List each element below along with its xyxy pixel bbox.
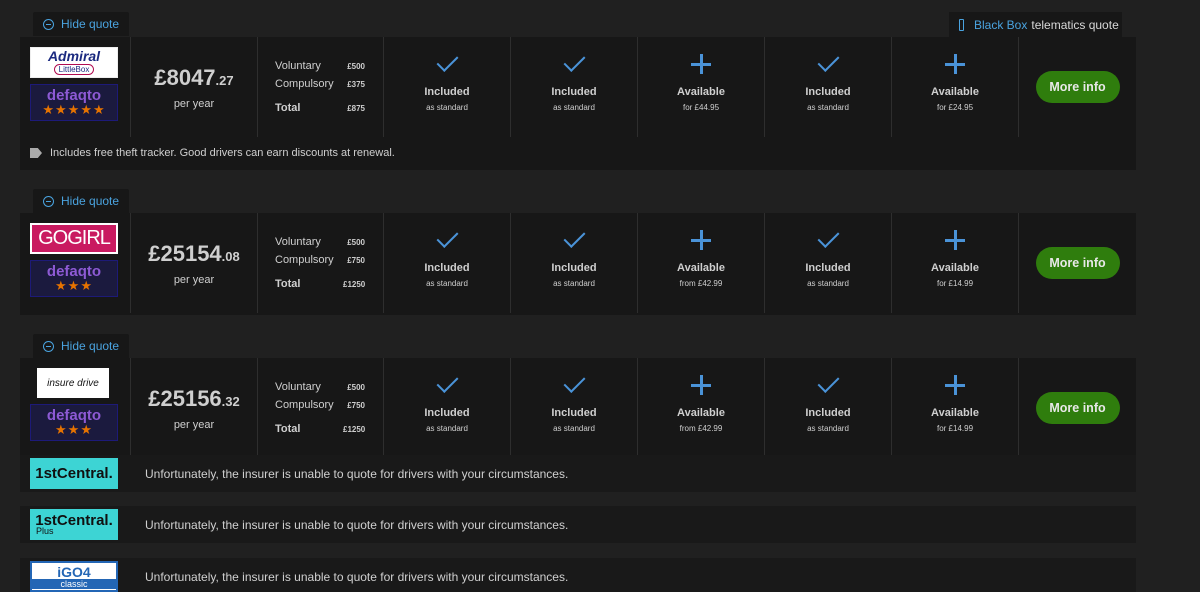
defaqto-rating: defaqto ★★★ (30, 260, 118, 297)
hide-quote-toggle[interactable]: Hide quote (33, 189, 130, 213)
feature-cell: Included as standard (765, 37, 892, 137)
defaqto-rating: defaqto ★★★★★ (30, 84, 118, 121)
quote-row: GOGIRL defaqto ★★★ £25154.08 per year Vo… (20, 213, 1136, 313)
action-cell: More info (1019, 358, 1136, 458)
insurer-logo-cell: Admiral LittleBox defaqto ★★★★★ (20, 37, 131, 137)
feature-cell: Available from £42.99 (638, 358, 765, 458)
declined-insurer-row: 1stCentral. Unfortunately, the insurer i… (20, 455, 1136, 492)
price-pence: .27 (215, 72, 234, 88)
plus-icon (691, 230, 711, 250)
check-icon (436, 226, 458, 248)
price-pounds: £25154 (148, 240, 222, 266)
insurer-logo-cell: GOGIRL defaqto ★★★ (20, 213, 131, 313)
check-icon (436, 371, 458, 393)
black-box-link[interactable]: Black Box (974, 18, 1027, 32)
minus-circle-icon (43, 340, 54, 352)
quote-note-text: Includes free theft tracker. Good driver… (50, 147, 395, 159)
price-pounds: £8047 (154, 64, 216, 90)
hide-quote-toggle[interactable]: Hide quote (33, 334, 130, 358)
defaqto-rating: defaqto ★★★ (30, 404, 118, 441)
black-box-label: telematics quote (1031, 18, 1119, 32)
insurer-logo: Admiral LittleBox (30, 47, 118, 78)
hide-quote-label: Hide quote (61, 194, 120, 208)
feature-cell: Included as standard (384, 358, 511, 458)
quote-note: Includes free theft tracker. Good driver… (30, 147, 395, 159)
feature-cell: Included as standard (511, 37, 638, 137)
declined-insurer-row: 1stCentral. Plus Unfortunately, the insu… (20, 506, 1136, 543)
feature-cell: Included as standard (765, 213, 892, 313)
price-cell: £8047.27 per year (131, 37, 258, 137)
plus-icon (691, 375, 711, 395)
check-icon (563, 371, 585, 393)
declined-insurer-row: iGO4 classic Unfortunately, the insurer … (20, 558, 1136, 592)
minus-circle-icon (43, 18, 54, 30)
price-cell: £25154.08 per year (131, 213, 258, 313)
quote-card: Admiral LittleBox defaqto ★★★★★ £8047.27… (20, 37, 1136, 170)
more-info-button[interactable]: More info (1035, 392, 1120, 424)
feature-cell: Available for £14.99 (892, 213, 1019, 313)
price-cell: £25156.32 per year (131, 358, 258, 458)
hide-quote-toggle[interactable]: Hide quote (33, 12, 130, 36)
price-period: per year (173, 273, 215, 286)
quote-row: insure drive defaqto ★★★ £25156.32 per y… (20, 358, 1136, 458)
insurer-logo: insure drive (37, 368, 109, 398)
price-pence: .32 (221, 393, 240, 409)
hide-quote-label: Hide quote (61, 339, 120, 353)
feature-cell: Included as standard (765, 358, 892, 458)
feature-cell: Available for £44.95 (638, 37, 765, 137)
feature-cell: Included as standard (384, 213, 511, 313)
plus-icon (945, 230, 965, 250)
quote-row: Admiral LittleBox defaqto ★★★★★ £8047.27… (20, 37, 1136, 137)
declined-message: Unfortunately, the insurer is unable to … (145, 466, 569, 481)
insurer-logo: 1stCentral. Plus (30, 509, 118, 540)
more-info-button[interactable]: More info (1035, 247, 1120, 279)
action-cell: More info (1019, 213, 1136, 313)
price-pounds: £25156 (148, 385, 222, 411)
declined-message: Unfortunately, the insurer is unable to … (145, 569, 569, 584)
rating-stars: ★★★ (55, 278, 93, 293)
black-box-tab: Black Box telematics quote (949, 12, 1122, 38)
feature-cell: Included as standard (511, 213, 638, 313)
insurer-logo: 1stCentral. (30, 458, 118, 489)
action-cell: More info (1019, 37, 1136, 137)
feature-cell: Available for £14.99 (892, 358, 1019, 458)
minus-circle-icon (43, 195, 54, 207)
plus-icon (945, 54, 965, 74)
plus-icon (691, 54, 711, 74)
insurer-logo: GOGIRL (30, 223, 118, 254)
declined-message: Unfortunately, the insurer is unable to … (145, 517, 569, 532)
more-info-button[interactable]: More info (1035, 71, 1120, 103)
check-icon (817, 226, 839, 248)
quote-card: GOGIRL defaqto ★★★ £25154.08 per year Vo… (20, 213, 1136, 315)
insurer-logo: iGO4 classic (30, 561, 118, 592)
price-period: per year (173, 97, 215, 110)
tag-icon (30, 148, 42, 158)
feature-cell: Included as standard (511, 358, 638, 458)
rating-stars: ★★★ (55, 422, 93, 437)
feature-cell: Included as standard (384, 37, 511, 137)
quote-card: insure drive defaqto ★★★ £25156.32 per y… (20, 358, 1136, 460)
rating-stars: ★★★★★ (42, 102, 106, 117)
check-icon (563, 50, 585, 72)
check-icon (563, 226, 585, 248)
insurer-logo-cell: insure drive defaqto ★★★ (20, 358, 131, 458)
excess-cell: Voluntary £500 Compulsory £375 Total £875 (258, 37, 384, 137)
price-pence: .08 (221, 248, 240, 264)
black-box-device-icon (959, 19, 964, 31)
hide-quote-label: Hide quote (61, 17, 120, 31)
check-icon (817, 50, 839, 72)
check-icon (436, 50, 458, 72)
excess-cell: Voluntary £500 Compulsory £750 Total £1250 (258, 358, 384, 458)
check-icon (817, 371, 839, 393)
feature-cell: Available from £42.99 (638, 213, 765, 313)
plus-icon (945, 375, 965, 395)
price-period: per year (173, 418, 215, 431)
feature-cell: Available for £24.95 (892, 37, 1019, 137)
excess-cell: Voluntary £500 Compulsory £750 Total £1250 (258, 213, 384, 313)
